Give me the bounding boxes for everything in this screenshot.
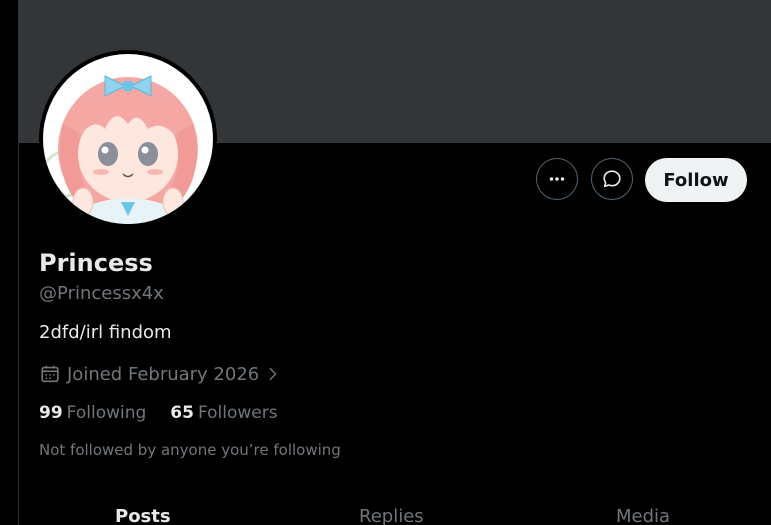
message-bubble-icon <box>603 170 621 188</box>
more-button[interactable] <box>536 158 578 200</box>
message-button[interactable] <box>591 158 633 200</box>
following-label: Following <box>66 403 147 423</box>
joined-label: Joined February 2026 <box>67 363 260 385</box>
following-count: 99 <box>39 403 63 423</box>
chevron-right-icon <box>269 367 277 381</box>
user-handle: @Princessx4x <box>39 283 164 304</box>
not-followed-note: Not followed by anyone you’re following <box>39 441 341 459</box>
calendar-icon <box>41 365 59 383</box>
display-name: Princess <box>39 249 153 277</box>
profile-avatar[interactable] <box>39 50 217 228</box>
following-link[interactable]: 99 Following <box>39 401 146 425</box>
tab-replies[interactable]: Replies <box>359 505 424 525</box>
profile-bio: 2dfd/irl findom <box>39 322 172 343</box>
followers-link[interactable]: 65 Followers <box>170 401 277 425</box>
followers-label: Followers <box>197 403 278 423</box>
follow-button[interactable]: Follow <box>645 158 747 202</box>
profile-stats: 99 Following 65 Followers <box>39 401 302 425</box>
tab-media[interactable]: Media <box>616 505 670 525</box>
profile-page: Follow Princess @Princessx4x 2dfd/irl fi… <box>0 0 771 525</box>
followers-count: 65 <box>170 403 194 423</box>
joined-date[interactable]: Joined February 2026 <box>39 361 281 387</box>
avatar-illustration <box>43 54 213 224</box>
tab-posts[interactable]: Posts <box>115 505 171 525</box>
more-horizontal-icon <box>549 177 565 181</box>
